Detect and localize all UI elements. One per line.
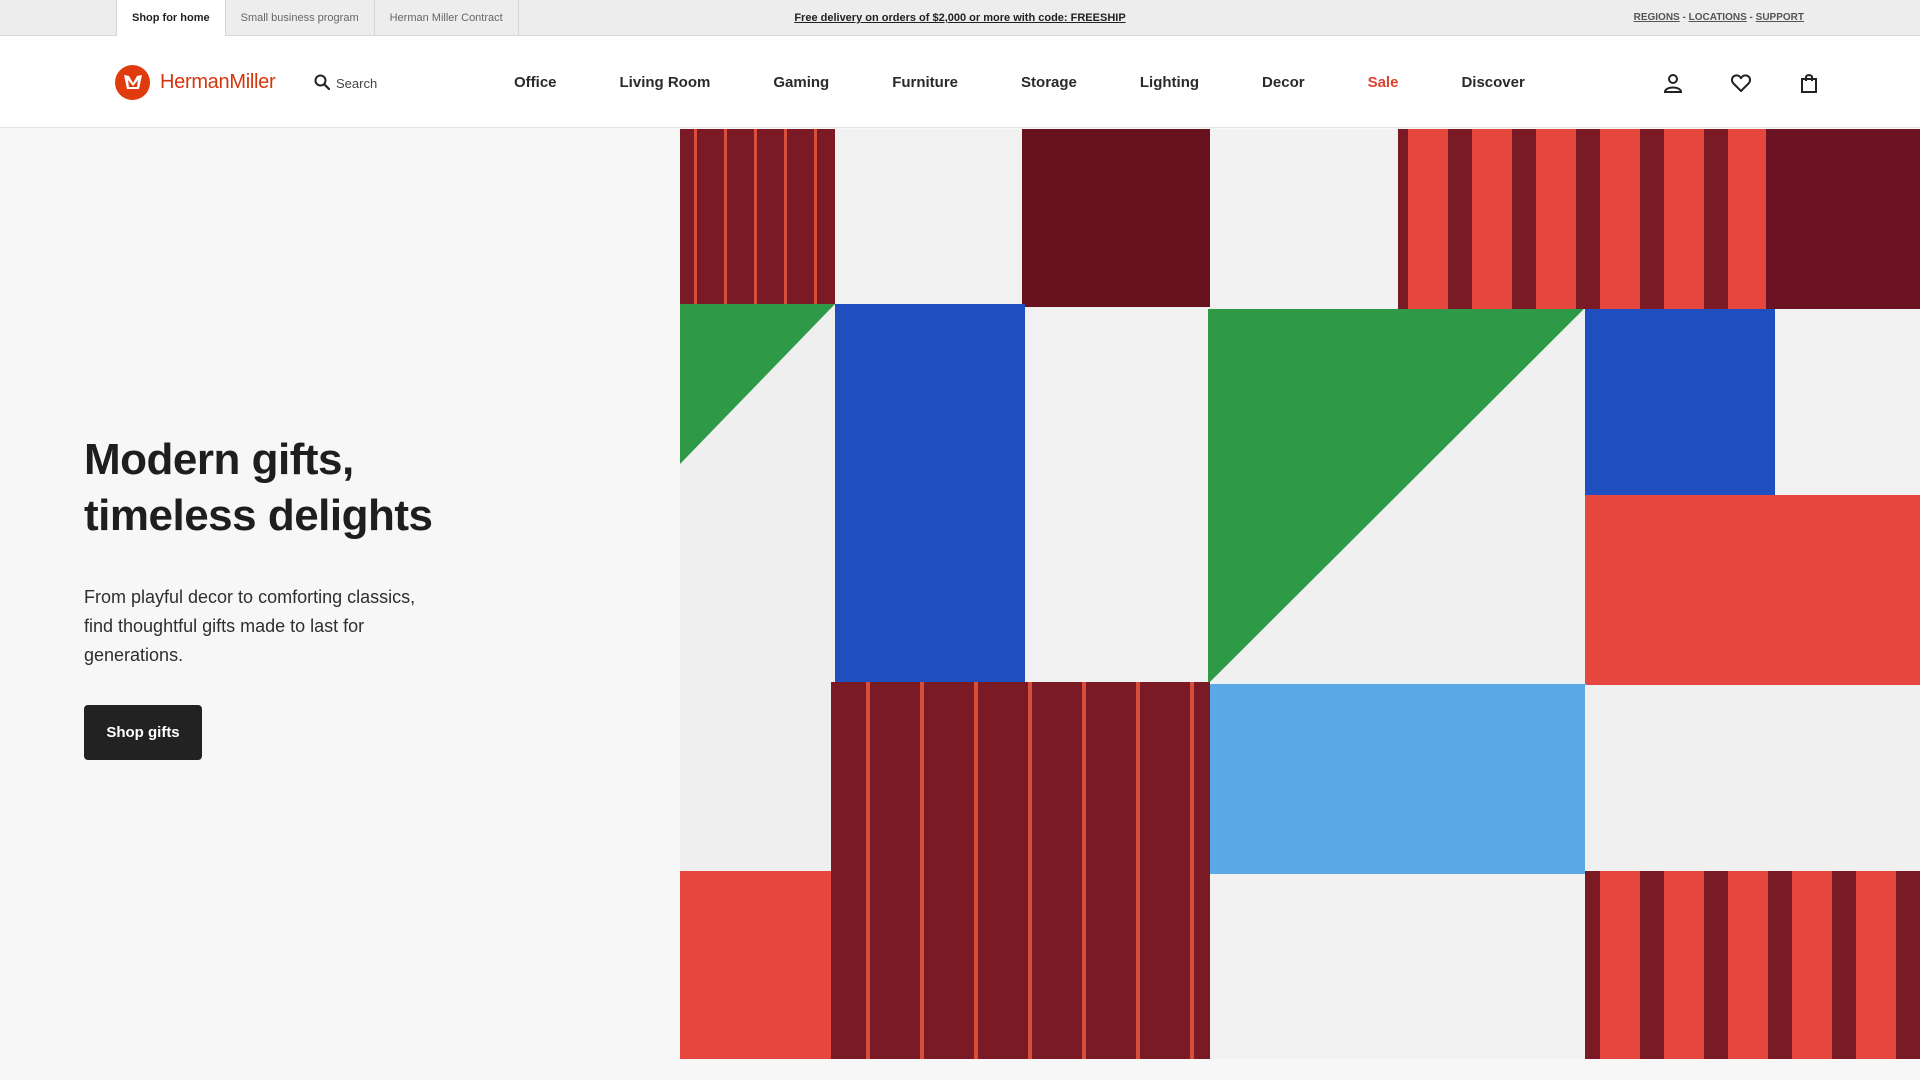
geometric-pattern-image: [680, 129, 1920, 1059]
locations-link[interactable]: LOCATIONS: [1689, 12, 1747, 23]
main-nav: Office Living Room Gaming Furniture Stor…: [514, 72, 1525, 94]
nav-furniture[interactable]: Furniture: [892, 72, 958, 94]
search-icon: [314, 74, 331, 93]
herman-miller-logo-icon: [115, 64, 150, 100]
hero-subtitle: From playful decor to comforting classic…: [84, 587, 416, 665]
shopping-bag-icon[interactable]: [1798, 72, 1820, 94]
main-header: HermanMiller Search Office Living Room G…: [0, 36, 1920, 128]
utility-links: REGIONS - LOCATIONS - SUPPORT: [1634, 0, 1804, 36]
nav-storage[interactable]: Storage: [1021, 72, 1077, 94]
nav-decor[interactable]: Decor: [1262, 72, 1305, 94]
tab-herman-miller-contract[interactable]: Herman Miller Contract: [375, 0, 519, 36]
tab-shop-for-home[interactable]: Shop for home: [116, 0, 226, 36]
account-icon[interactable]: [1662, 72, 1684, 94]
nav-gaming[interactable]: Gaming: [773, 72, 829, 94]
search-label: Search: [336, 75, 378, 91]
hero-title-line-2: timeless delights: [84, 491, 433, 540]
hero-title-line-1: Modern gifts,: [84, 435, 354, 484]
header-actions: [1662, 72, 1820, 94]
link-separator: -: [1679, 12, 1689, 23]
hero-title: Modern gifts, timeless delights: [84, 432, 604, 544]
hero-artwork: [680, 129, 1920, 1059]
nav-office[interactable]: Office: [514, 72, 557, 94]
nav-discover[interactable]: Discover: [1461, 72, 1524, 94]
link-separator: -: [1746, 12, 1756, 23]
utility-bar: Shop for home Small business program Her…: [0, 0, 1920, 36]
site-switcher: Shop for home Small business program Her…: [116, 0, 519, 36]
support-link[interactable]: SUPPORT: [1756, 12, 1804, 23]
nav-lighting[interactable]: Lighting: [1140, 72, 1199, 94]
promo-link[interactable]: Free delivery on orders of $2,000 or mor…: [794, 12, 1125, 24]
shop-gifts-button[interactable]: Shop gifts: [84, 705, 202, 760]
nav-sale[interactable]: Sale: [1368, 72, 1399, 94]
nav-living-room[interactable]: Living Room: [620, 72, 711, 94]
logo[interactable]: HermanMiller: [115, 64, 276, 100]
hero-bottom-edge: [680, 1059, 1920, 1080]
tab-small-business-program[interactable]: Small business program: [226, 0, 375, 36]
regions-link[interactable]: REGIONS: [1634, 12, 1680, 23]
logo-text: HermanMiller: [160, 70, 276, 93]
search-button[interactable]: Search: [314, 72, 377, 94]
wishlist-heart-icon[interactable]: [1730, 72, 1752, 94]
